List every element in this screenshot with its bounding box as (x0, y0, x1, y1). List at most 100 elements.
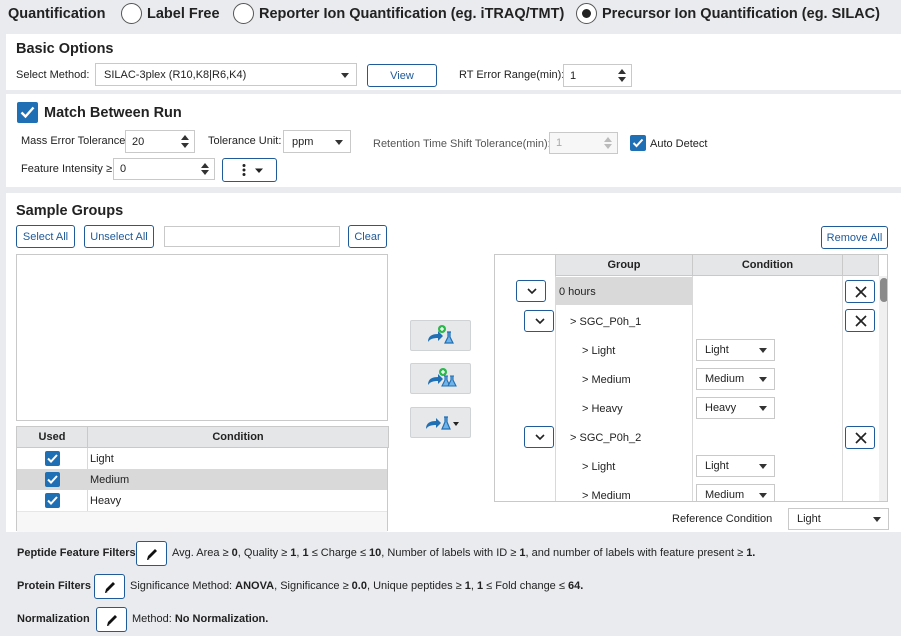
filter-value: 64. (567, 580, 584, 592)
condition-table-header-condition: Condition (87, 426, 389, 448)
select-method-label: Select Method: (16, 69, 90, 81)
check-icon (632, 138, 644, 148)
feature-intensity-spinner[interactable]: 0 (113, 158, 215, 180)
spin-up-icon[interactable] (618, 69, 626, 74)
radio-reporter-ion[interactable] (233, 3, 254, 24)
edit-peptide-filters-button[interactable] (136, 541, 167, 566)
table-row[interactable]: Light (17, 448, 387, 469)
remove-row-button[interactable] (845, 280, 875, 303)
mass-error-label: Mass Error Tolerance: (21, 135, 129, 147)
row-condition-dropdown[interactable]: Medium (696, 368, 775, 390)
chevron-down-icon (759, 493, 767, 498)
reference-condition-value: Light (797, 513, 821, 525)
spin-up-icon[interactable] (181, 135, 189, 140)
check-icon (47, 454, 58, 463)
chevron-down-icon (759, 406, 767, 411)
pencil-icon (105, 582, 115, 593)
scrollbar-track[interactable] (879, 276, 887, 501)
row-condition-dropdown[interactable]: Heavy (696, 397, 775, 419)
reference-condition-dropdown[interactable]: Light (788, 508, 889, 530)
label-name: > Medium (582, 490, 631, 502)
radio-label-free[interactable] (121, 3, 142, 24)
rt-error-spinner[interactable]: 1 (563, 64, 632, 87)
sample-search-input[interactable] (164, 226, 340, 247)
close-icon (855, 315, 867, 327)
sample-name: > SGC_P0h_2 (570, 432, 642, 444)
auto-detect-checkbox[interactable] (630, 135, 646, 151)
edit-protein-filters-button[interactable] (94, 574, 125, 599)
spin-down-icon[interactable] (181, 143, 189, 148)
radio-reporter-ion-label: Reporter Ion Quantification (eg. iTRAQ/T… (259, 6, 565, 22)
row-condition-value: Medium (705, 373, 745, 385)
row-condition-dropdown[interactable]: Medium (696, 484, 775, 501)
group-table-header-group: Group (555, 255, 693, 276)
add-sample-to-group-button[interactable] (410, 320, 471, 351)
rt-shift-spinner[interactable]: 1 (549, 132, 618, 154)
tolerance-unit-label: Tolerance Unit: (208, 135, 282, 147)
match-between-run-checkbox[interactable] (17, 102, 38, 123)
chevron-down-icon (873, 517, 881, 522)
protein-filters-label: Protein Filters (17, 580, 91, 592)
chevron-down-icon (535, 318, 545, 325)
group-name: 0 hours (559, 286, 596, 298)
used-checkbox[interactable] (45, 493, 60, 508)
spin-down-icon[interactable] (604, 144, 612, 149)
radio-precursor-ion[interactable] (576, 3, 597, 24)
row-condition-dropdown[interactable]: Light (696, 339, 775, 361)
used-checkbox[interactable] (45, 451, 60, 466)
select-all-button[interactable]: Select All (16, 225, 75, 248)
check-icon (47, 496, 58, 505)
spin-up-icon[interactable] (604, 137, 612, 142)
protein-filters-summary: Significance Method: ANOVA, Significance… (130, 580, 583, 592)
collapse-button[interactable] (516, 280, 546, 302)
add-group-button[interactable] (410, 363, 471, 394)
spin-down-icon[interactable] (201, 170, 209, 175)
tolerance-unit-dropdown[interactable]: ppm (283, 130, 351, 153)
rt-error-label: RT Error Range(min): (459, 69, 565, 81)
scrollbar-thumb[interactable] (880, 278, 887, 302)
collapse-button[interactable] (524, 310, 554, 332)
column-divider (692, 276, 693, 501)
remove-row-button[interactable] (845, 309, 875, 332)
add-multiple-icon (428, 368, 457, 387)
label-name: > Light (582, 461, 616, 473)
filter-text: , Significance ≥ (274, 580, 352, 592)
used-checkbox[interactable] (45, 472, 60, 487)
table-row[interactable]: Medium (17, 469, 387, 490)
remove-all-button[interactable]: Remove All (821, 226, 888, 249)
remove-row-button[interactable] (845, 426, 875, 449)
label-name: > Medium (582, 374, 631, 386)
rt-error-value: 1 (570, 69, 577, 82)
filter-value: ANOVA (235, 580, 275, 592)
more-options-button[interactable] (222, 158, 277, 182)
edit-normalization-button[interactable] (96, 607, 127, 632)
group-table: Group Condition 0 hours > SGC_P0h_1 > Li… (494, 254, 888, 502)
rt-shift-value: 1 (556, 137, 563, 149)
condition-cell: Light (90, 453, 114, 465)
mass-error-spinner[interactable]: 20 (125, 130, 195, 153)
filter-text: , and number of labels with feature pres… (525, 547, 747, 559)
basic-options-panel: Basic Options Select Method: SILAC-3plex… (6, 34, 901, 90)
match-between-run-panel: Match Between Run Mass Error Tolerance: … (6, 94, 901, 187)
row-condition-dropdown[interactable]: Light (696, 455, 775, 477)
spin-down-icon[interactable] (618, 77, 626, 82)
method-dropdown[interactable]: SILAC-3plex (R10,K8|R6,K4) (95, 63, 357, 86)
unselect-all-button[interactable]: Unselect All (84, 225, 154, 248)
collapse-button[interactable] (524, 426, 554, 448)
assign-condition-button[interactable] (410, 407, 471, 438)
clear-button[interactable]: Clear (348, 225, 387, 248)
chevron-down-icon (335, 139, 343, 145)
check-icon (47, 475, 58, 484)
assign-condition-icon (426, 416, 459, 430)
condition-table: Used Condition Light Medium Heavy (16, 426, 389, 532)
row-condition-value: Medium (705, 489, 745, 501)
pencil-icon (107, 615, 117, 626)
chevron-down-icon (759, 348, 767, 353)
radio-precursor-ion-label: Precursor Ion Quantification (eg. SILAC) (602, 6, 880, 22)
spin-up-icon[interactable] (201, 163, 209, 168)
column-divider (842, 276, 843, 501)
view-button[interactable]: View (367, 64, 437, 87)
sample-list[interactable] (16, 254, 388, 421)
chevron-down-icon (527, 288, 537, 295)
table-row[interactable]: Heavy (17, 490, 387, 511)
